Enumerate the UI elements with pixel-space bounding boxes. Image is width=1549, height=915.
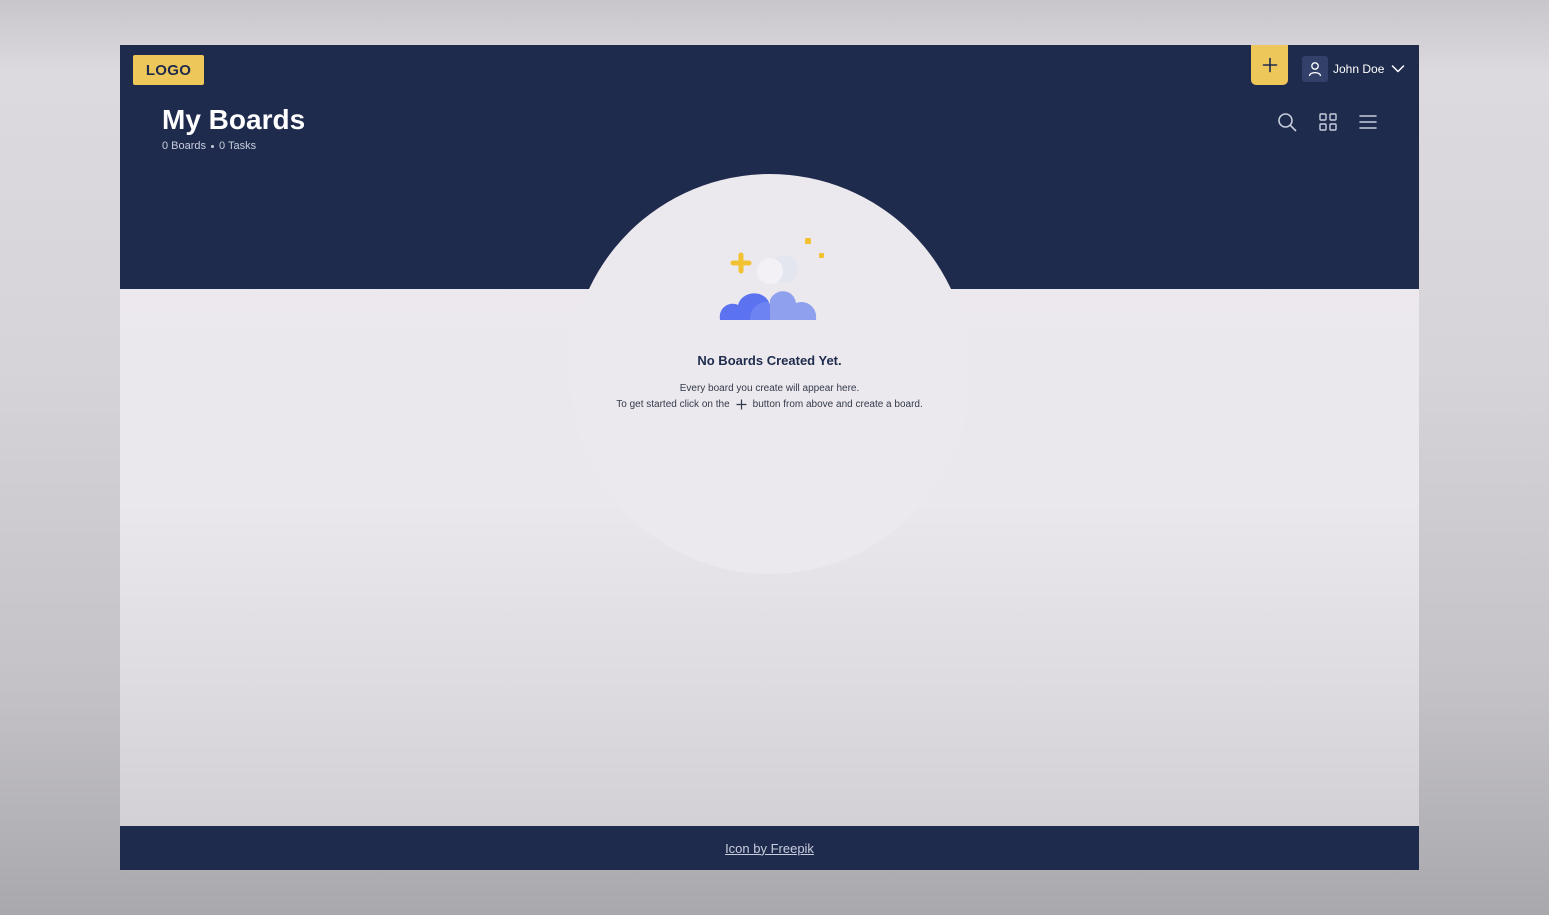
cloud-icon [719, 238, 824, 320]
chevron-down-icon [1392, 65, 1405, 73]
empty-state: No Boards Created Yet. Every board you c… [120, 235, 1419, 410]
tasks-count: 0 Tasks [219, 140, 257, 152]
instructions-before: To get started click on the [616, 399, 730, 410]
plus-icon [1262, 57, 1277, 73]
user-icon [1308, 62, 1322, 77]
separator-dot [211, 144, 215, 148]
boards-count: 0 Boards [162, 140, 207, 152]
user-name: John Doe [1333, 62, 1385, 76]
search-button[interactable] [1276, 111, 1298, 133]
logo[interactable]: LOGO [133, 55, 204, 85]
icon-credit-link[interactable]: Icon by Freepik [725, 841, 814, 856]
empty-title: No Boards Created Yet. [697, 353, 842, 368]
grid-view-button[interactable] [1317, 111, 1339, 133]
plus-icon [736, 399, 747, 410]
page-title: My Boards [162, 104, 306, 135]
app-window: LOGO John Doe My Boards 0 Boards 0 Tasks [120, 45, 1419, 870]
empty-instructions: To get started click on the button from … [120, 399, 1419, 410]
avatar [1302, 56, 1328, 82]
menu-icon [1359, 115, 1377, 129]
search-icon [1278, 113, 1297, 132]
empty-description: Every board you create will appear here. [679, 383, 860, 394]
instructions-after: button from above and create a board. [752, 399, 923, 410]
grid-icon [1319, 113, 1337, 131]
board-stats: 0 Boards 0 Tasks [162, 140, 256, 152]
add-board-button[interactable] [1251, 45, 1288, 85]
footer: Icon by Freepik [120, 826, 1419, 870]
list-view-button[interactable] [1357, 111, 1379, 133]
user-menu[interactable]: John Doe [1302, 56, 1405, 82]
